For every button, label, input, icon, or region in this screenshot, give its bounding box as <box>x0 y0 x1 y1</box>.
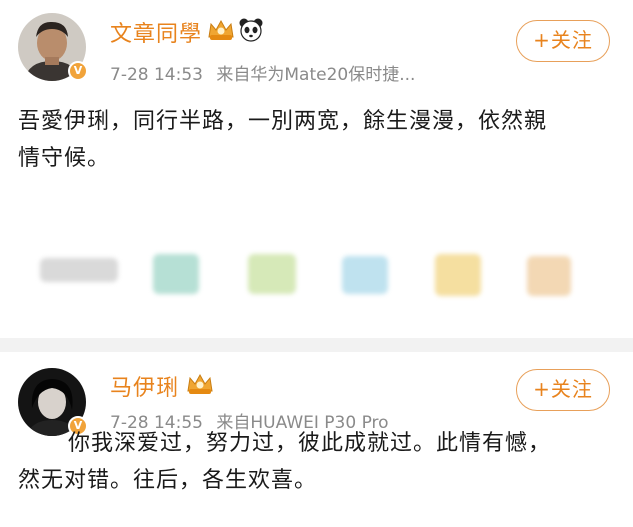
content-line: 情守候。 <box>18 146 111 171</box>
verified-badge-icon: V <box>68 61 88 81</box>
crown-badge-icon <box>186 372 214 400</box>
blurred-icon-6[interactable] <box>527 256 571 296</box>
post-content: 吾愛伊琍，同行半路，一別两宽，餘生漫漫，依然親 情守候。 <box>18 103 547 177</box>
content-line: 吾愛伊琍，同行半路，一別两宽，餘生漫漫，依然親 <box>18 109 548 134</box>
weibo-post-2: V 马伊琍 7-28 14:55 来自HUAWEI P30 Pro +关注 你我… <box>0 352 633 527</box>
username[interactable]: 文章同學 <box>110 16 202 48</box>
panda-icon <box>238 17 264 47</box>
crown-badge-icon <box>207 18 235 46</box>
blurred-icon-1[interactable] <box>40 258 118 282</box>
blurred-icon-5[interactable] <box>435 254 481 296</box>
content-line: 你我深爱过，努力过，彼此成就过。此情有憾， <box>68 431 552 456</box>
blurred-icon-2[interactable] <box>153 254 199 294</box>
weibo-post-1: V 文章同學 7-28 14:53 来自华为Mate20保时捷... +关注 吾… <box>0 0 633 338</box>
follow-button[interactable]: +关注 <box>516 20 610 62</box>
post-separator <box>0 338 633 352</box>
post-meta: 7-28 14:53 来自华为Mate20保时捷... <box>110 60 423 85</box>
timestamp[interactable]: 7-28 14:53 <box>110 65 203 85</box>
blurred-icon-4[interactable] <box>342 256 388 294</box>
source-label: 来自华为Mate20保时捷... <box>216 65 416 85</box>
username[interactable]: 马伊琍 <box>110 370 179 402</box>
post-content: 你我深爱过，努力过，彼此成就过。此情有憾， 然无对错。往后，各生欢喜。 <box>18 425 551 499</box>
content-line: 然无对错。往后，各生欢喜。 <box>18 468 318 493</box>
blurred-icon-3[interactable] <box>248 254 296 294</box>
follow-button[interactable]: +关注 <box>516 369 610 411</box>
